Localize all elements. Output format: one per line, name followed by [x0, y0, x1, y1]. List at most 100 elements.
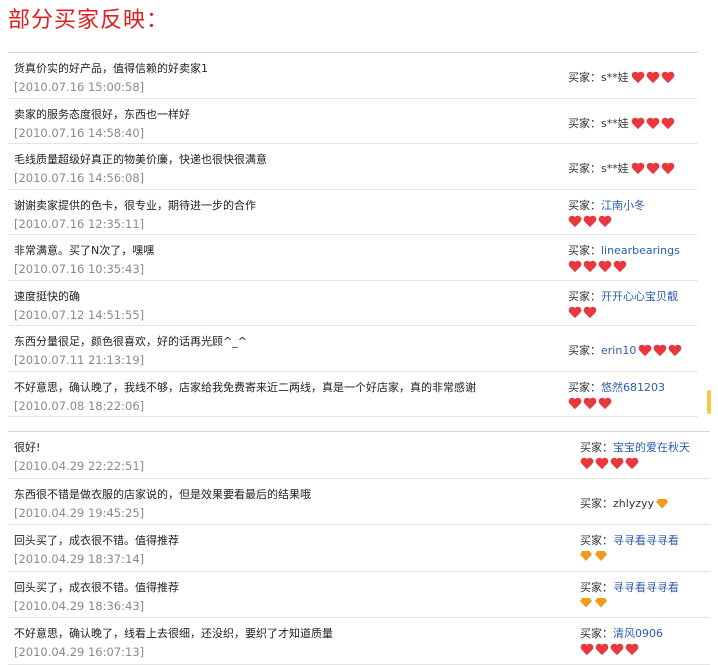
buyer-rating	[580, 597, 679, 608]
review-row: 货真价实的好产品，值得信赖的好卖家1 [2010.07.16 15:00:58] 买…	[8, 53, 698, 99]
heart-icon	[583, 307, 597, 319]
buyer-rating	[631, 163, 675, 175]
review-row: 东西分量很足，颜色很喜欢，好的话再光顾^_^ [2010.07.11 21:13:…	[8, 326, 698, 372]
heart-icon	[631, 163, 645, 175]
heart-icon	[598, 261, 612, 273]
review-comment: 不好意思，确认晚了，我线不够，店家给我免费寄来近二两线，真是一个好店家，真的非常…	[14, 380, 476, 394]
heart-icon	[668, 345, 682, 357]
heart-icon	[631, 72, 645, 84]
diamond-icon	[656, 498, 669, 509]
review-date: [2010.04.29 19:45:25]	[14, 505, 145, 520]
buyer-info: 买家：寻寻看寻寻看	[580, 532, 679, 561]
review-date: [2010.07.08 18:22:06]	[14, 398, 145, 413]
buyer-name: s**娃	[601, 71, 629, 84]
review-comment: 回头买了，成衣很不错。值得推荐	[14, 580, 179, 594]
buyer-rating	[568, 307, 678, 319]
buyer-name[interactable]: 江南小冬	[601, 199, 645, 212]
review-date: [2010.07.12 14:51:55]	[14, 307, 145, 322]
buyer-name: s**娃	[601, 162, 629, 175]
heart-icon	[580, 458, 594, 470]
review-row: 不好意思，确认晚了，线看上去很细，还没织，要织了才知道质量 [2010.04.29…	[8, 618, 710, 665]
review-date: [2010.07.16 14:56:08]	[14, 171, 145, 185]
reviews-panel-recent: 货真价实的好产品，值得信赖的好卖家1 [2010.07.16 15:00:58] 买…	[8, 52, 698, 417]
buyer-name[interactable]: 清风0906	[613, 627, 663, 640]
heart-icon	[598, 216, 612, 228]
heart-icon	[583, 261, 597, 273]
review-row: 很好! [2010.04.29 22:22:51] 买家：宝宝的爱在秋天	[8, 432, 710, 479]
buyer-rating	[568, 398, 665, 410]
buyer-prefix: 买家：	[580, 496, 613, 510]
review-comment: 东西很不错是做衣服的店家说的，但是效果要看最后的结果哦	[14, 487, 311, 501]
heart-icon	[638, 345, 652, 357]
buyer-rating	[568, 261, 680, 273]
heart-icon	[595, 458, 609, 470]
buyer-prefix: 买家：	[580, 441, 613, 454]
heart-icon	[568, 261, 582, 273]
diamond-icon	[580, 597, 592, 608]
review-comment: 很好!	[14, 441, 41, 454]
buyer-name[interactable]: 寻寻看寻寻看	[613, 581, 679, 594]
review-date: [2010.07.11 21:13:19]	[14, 353, 145, 367]
review-comment: 非常满意。买了N次了，嘿嘿	[14, 244, 155, 257]
review-comment: 货真价实的好产品，值得信赖的好卖家1	[14, 62, 208, 75]
heart-icon	[568, 216, 582, 228]
heart-icon	[583, 398, 597, 410]
buyer-rating	[631, 118, 675, 130]
buyer-info: 买家：s**娃	[568, 160, 675, 176]
diamond-icon	[595, 551, 607, 561]
buyer-name[interactable]: 开开心心宝贝靓	[601, 290, 678, 303]
diamond-icon	[580, 551, 592, 561]
review-row: 东西很不错是做衣服的店家说的，但是效果要看最后的结果哦 [2010.04.29 1…	[8, 479, 710, 525]
buyer-rating	[580, 458, 690, 470]
buyer-name[interactable]: erin10	[601, 344, 636, 357]
buyer-name[interactable]: linearbearings	[601, 244, 680, 257]
review-date: [2010.04.29 18:37:14]	[14, 552, 145, 566]
buyer-prefix: 买家：	[568, 162, 601, 175]
buyer-prefix: 买家：	[568, 244, 601, 257]
scroll-marker	[707, 390, 711, 414]
review-row: 卖家的服务态度很好，东西也一样好 [2010.07.16 14:58:40] 买家：…	[8, 99, 698, 144]
buyer-prefix: 买家：	[568, 198, 601, 212]
heart-icon	[661, 72, 675, 84]
review-row: 谢谢卖家提供的色卡，很专业，期待进一步的合作 [2010.07.16 12:35:…	[8, 190, 698, 235]
buyer-rating	[568, 216, 645, 228]
heart-icon	[583, 216, 597, 228]
buyer-info: 买家：清风0906	[580, 625, 663, 656]
buyer-rating	[638, 345, 682, 357]
review-date: [2010.04.29 22:22:51]	[14, 459, 145, 473]
buyer-name[interactable]: 宝宝的爱在秋天	[613, 441, 690, 454]
review-comment: 回头买了，成衣很不错。值得推荐	[14, 534, 179, 547]
review-comment: 毛线质量超级好真正的物美价廉，快递也很快很满意	[14, 153, 267, 166]
buyer-prefix: 买家：	[580, 627, 613, 640]
heart-icon	[610, 644, 624, 656]
review-comment: 速度挺快的确	[14, 289, 80, 303]
review-comment: 谢谢卖家提供的色卡，很专业，期待进一步的合作	[14, 198, 256, 212]
buyer-name[interactable]: 悠然681203	[601, 381, 665, 394]
review-row: 毛线质量超级好真正的物美价廉，快递也很快很满意 [2010.07.16 14:56…	[8, 144, 698, 190]
heart-icon	[631, 118, 645, 130]
heart-icon	[598, 398, 612, 410]
buyer-rating	[656, 498, 670, 509]
buyer-info: 买家：s**娃	[568, 115, 675, 131]
buyer-prefix: 买家：	[580, 534, 613, 547]
buyer-name: zhlyzyy	[613, 496, 655, 510]
buyer-info: 买家：悠然681203	[568, 379, 665, 410]
buyer-name[interactable]: 寻寻看寻寻看	[613, 534, 679, 547]
heart-icon	[613, 261, 627, 273]
review-date: [2010.07.16 15:00:58]	[14, 80, 145, 94]
heart-icon	[568, 307, 582, 319]
heart-icon	[595, 644, 609, 656]
buyer-name: s**娃	[601, 116, 629, 130]
buyer-prefix: 买家：	[568, 116, 601, 130]
buyer-info: 买家：江南小冬	[568, 197, 645, 228]
page-title: 部分买家反映：	[8, 8, 170, 33]
buyer-prefix: 买家：	[568, 380, 601, 394]
heart-icon	[580, 644, 594, 656]
buyer-prefix: 买家：	[568, 344, 601, 357]
buyer-rating	[580, 551, 679, 561]
review-comment: 卖家的服务态度很好，东西也一样好	[14, 107, 190, 121]
buyer-info: 买家：宝宝的爱在秋天	[580, 439, 690, 470]
review-date: [2010.07.16 12:35:11]	[14, 216, 145, 231]
buyer-rating	[631, 72, 675, 84]
heart-icon	[625, 644, 639, 656]
